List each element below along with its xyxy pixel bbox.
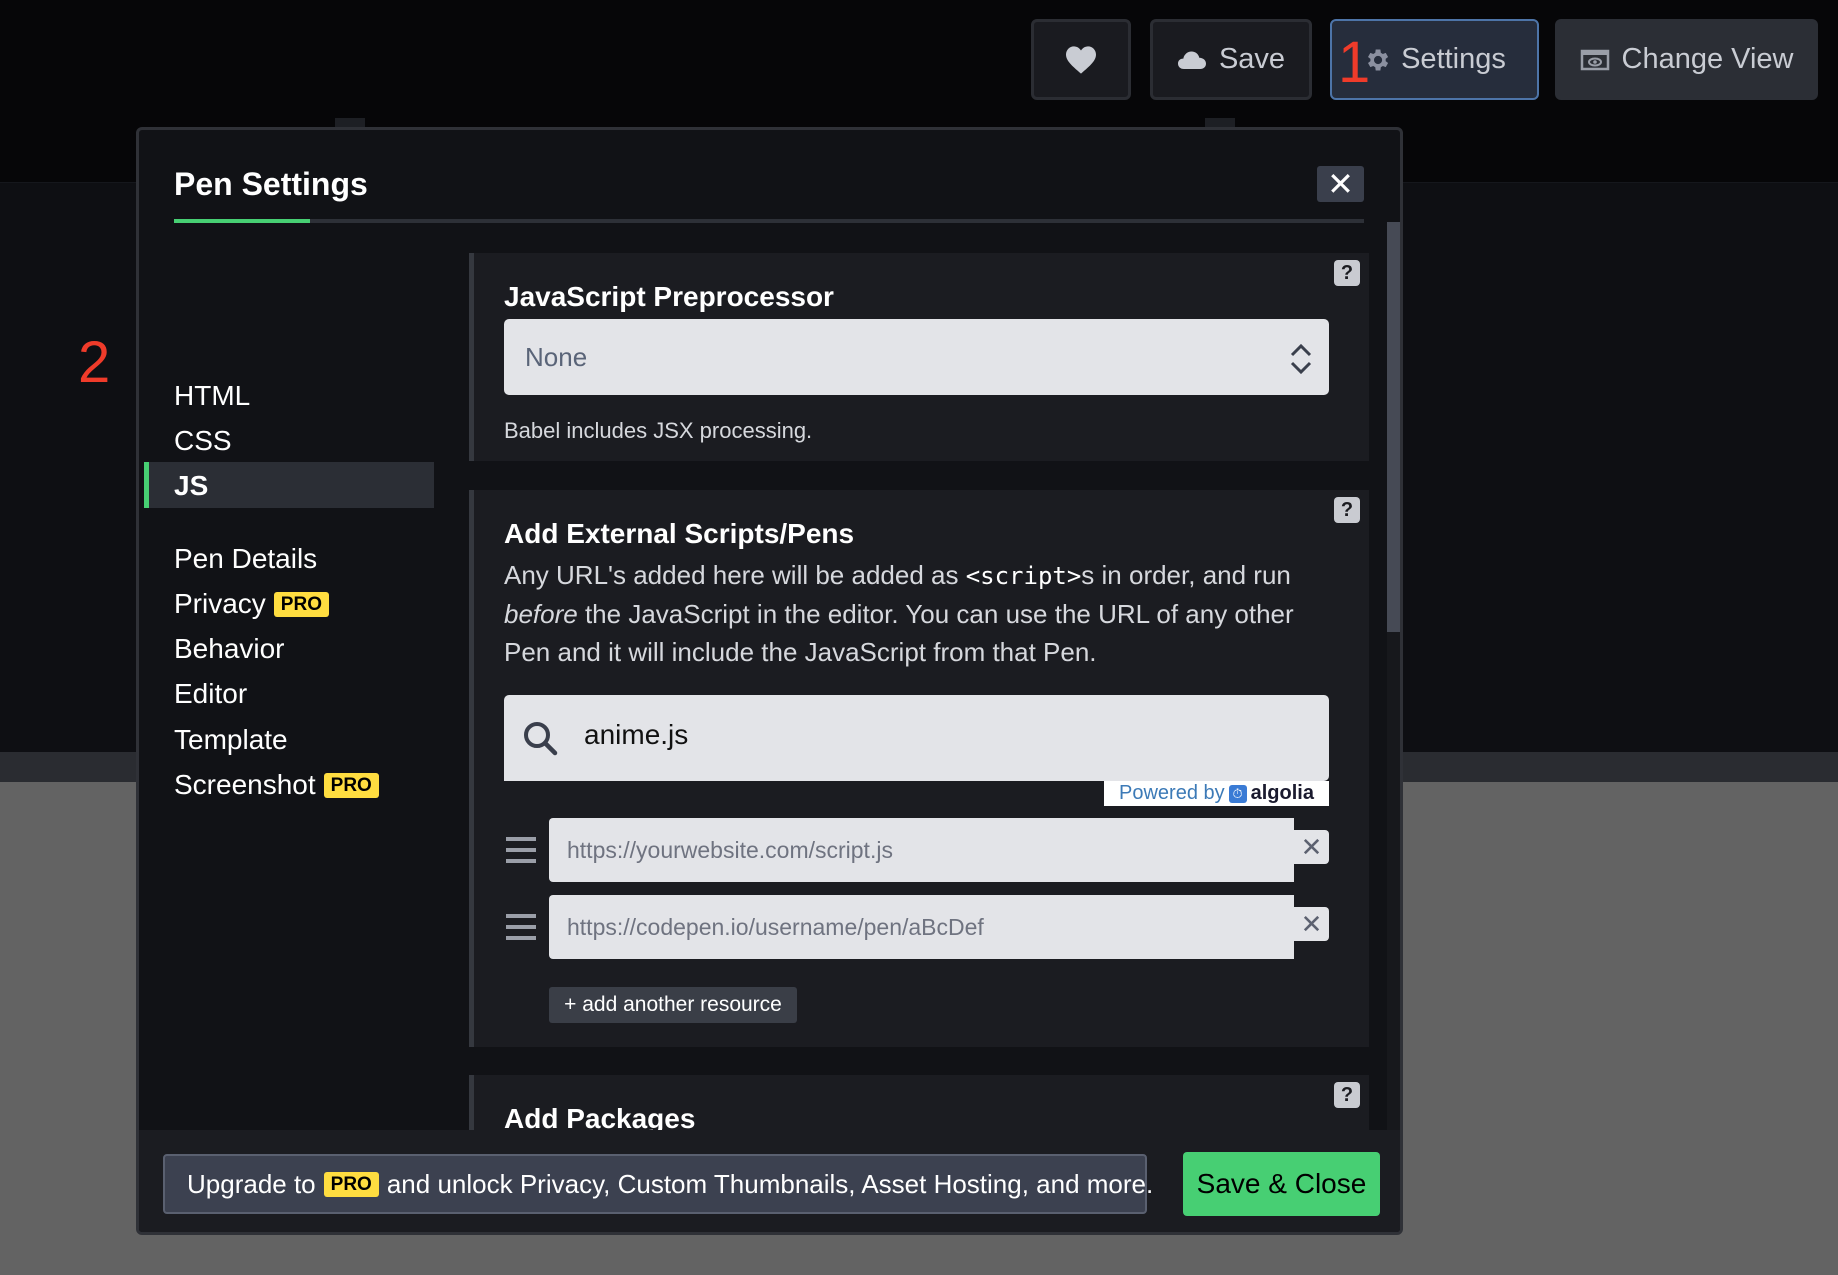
desc-text: s in order, and run xyxy=(1081,560,1291,590)
select-value: None xyxy=(525,341,588,372)
select-arrows-icon xyxy=(1290,343,1312,375)
pen-settings-modal: Pen Settings ✕ HTML CSS JS Pen Details P… xyxy=(136,127,1403,1235)
resource-row: https://yourwebsite.com/script.js ✕ xyxy=(504,818,1329,882)
add-resource-button[interactable]: + add another resource xyxy=(549,987,797,1023)
js-preprocessor-panel: JavaScript Preprocessor ? None Babel inc… xyxy=(469,253,1369,461)
resource-url-input[interactable]: https://yourwebsite.com/script.js xyxy=(549,818,1294,882)
close-icon: ✕ xyxy=(1300,831,1323,862)
nav-item-screenshot[interactable]: Screenshot PRO xyxy=(174,763,379,807)
close-icon: ✕ xyxy=(1300,908,1323,939)
algolia-icon: ⏱ xyxy=(1228,784,1247,803)
algolia-attribution[interactable]: Powered by ⏱ algolia xyxy=(1104,781,1329,806)
nav-item-label: JS xyxy=(174,470,209,501)
change-view-button[interactable]: Change View xyxy=(1555,19,1818,100)
desc-text: Pen and it will include the JavaScript f… xyxy=(504,637,1097,667)
title-underline xyxy=(174,219,310,223)
close-button[interactable]: ✕ xyxy=(1317,166,1364,202)
nav-item-pen-details[interactable]: Pen Details xyxy=(174,537,317,581)
nav-item-js[interactable]: JS xyxy=(174,464,208,508)
modal-title: Pen Settings xyxy=(174,166,368,202)
eye-icon xyxy=(1580,49,1609,70)
external-scripts-title: Add External Scripts/Pens xyxy=(504,518,855,549)
external-scripts-description: Any URL's added here will be added as <s… xyxy=(504,556,1344,671)
algolia-brand: algolia xyxy=(1250,782,1314,804)
desc-code: <script> xyxy=(965,562,1082,590)
upgrade-banner[interactable]: Upgrade to PRO and unlock Privacy, Custo… xyxy=(163,1154,1153,1214)
scrollbar-thumb[interactable] xyxy=(1387,222,1400,632)
js-preprocessor-select[interactable]: None xyxy=(504,319,1329,395)
resource-row: https://codepen.io/username/pen/aBcDef ✕ xyxy=(504,895,1329,959)
js-preprocessor-help: Babel includes JSX processing. xyxy=(504,418,813,443)
help-icon[interactable]: ? xyxy=(1334,1082,1360,1108)
remove-resource-button[interactable]: ✕ xyxy=(1294,830,1329,864)
heart-icon xyxy=(1066,45,1096,74)
upgrade-text: and unlock Privacy, Custom Thumbnails, A… xyxy=(386,1168,1154,1199)
drag-handle-icon[interactable] xyxy=(504,835,538,865)
title-divider xyxy=(174,219,1364,223)
change-view-label: Change View xyxy=(1621,43,1794,75)
modal-scrollbar[interactable] xyxy=(1387,222,1400,1144)
nav-item-privacy[interactable]: Privacy PRO xyxy=(174,582,329,626)
settings-button-label: Settings xyxy=(1401,43,1506,75)
js-preprocessor-title: JavaScript Preprocessor xyxy=(504,281,834,312)
nav-item-label: Pen Details xyxy=(174,543,318,574)
pro-badge: PRO xyxy=(323,772,379,798)
nav-item-behavior[interactable]: Behavior xyxy=(174,627,285,671)
cloud-icon xyxy=(1177,51,1206,69)
desc-text: the JavaScript in the editor. You can us… xyxy=(577,599,1294,629)
upgrade-text: Upgrade to xyxy=(187,1168,316,1199)
love-button[interactable] xyxy=(1031,19,1131,100)
save-close-button[interactable]: Save & Close xyxy=(1183,1152,1380,1216)
nav-item-html[interactable]: HTML xyxy=(174,374,250,418)
drag-handle-icon[interactable] xyxy=(504,912,538,942)
nav-item-label: CSS xyxy=(174,425,232,456)
desc-emphasis: before xyxy=(504,599,578,629)
desc-text: Any URL's added here will be added as xyxy=(504,560,966,590)
nav-item-template[interactable]: Template xyxy=(174,718,288,762)
nav-item-label: Editor xyxy=(174,678,248,709)
external-scripts-panel: Add External Scripts/Pens ? Any URL's ad… xyxy=(469,490,1369,1047)
nav-item-css[interactable]: CSS xyxy=(174,419,232,463)
modal-footer: Upgrade to PRO and unlock Privacy, Custo… xyxy=(139,1130,1400,1232)
nav-item-label: Privacy xyxy=(174,588,266,619)
help-icon[interactable]: ? xyxy=(1334,497,1360,523)
annotation-2: 2 xyxy=(78,330,111,395)
nav-item-label: Template xyxy=(174,724,288,755)
search-icon xyxy=(524,722,558,756)
powered-by-text: Powered by xyxy=(1119,782,1225,804)
close-icon: ✕ xyxy=(1327,166,1354,202)
search-value: anime.js xyxy=(584,719,689,750)
nav-item-label: HTML xyxy=(174,380,251,411)
nav-item-label: Behavior xyxy=(174,633,285,664)
save-button[interactable]: Save xyxy=(1150,19,1312,100)
search-input[interactable]: anime.js xyxy=(504,695,1329,781)
nav-item-label: Screenshot xyxy=(174,769,316,800)
save-button-label: Save xyxy=(1218,43,1286,75)
nav-item-editor[interactable]: Editor xyxy=(174,672,247,716)
remove-resource-button[interactable]: ✕ xyxy=(1294,907,1329,941)
pro-badge: PRO xyxy=(323,1171,379,1197)
resource-url-input[interactable]: https://codepen.io/username/pen/aBcDef xyxy=(549,895,1294,959)
annotation-1: 1 xyxy=(1338,30,1371,95)
help-icon[interactable]: ? xyxy=(1334,260,1360,286)
pro-badge: PRO xyxy=(273,591,329,617)
